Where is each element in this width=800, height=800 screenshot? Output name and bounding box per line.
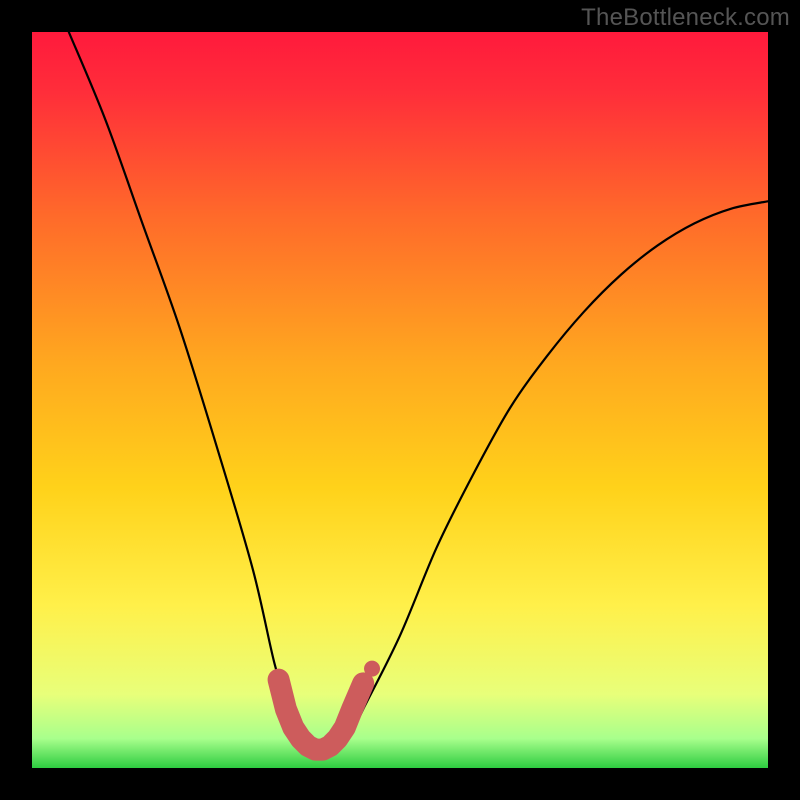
watermark-text: TheBottleneck.com xyxy=(581,4,790,32)
gradient-background xyxy=(32,32,768,768)
chart-frame: TheBottleneck.com xyxy=(0,0,800,800)
bottleneck-chart xyxy=(0,0,800,800)
optimal-band-end-dot xyxy=(364,661,380,677)
